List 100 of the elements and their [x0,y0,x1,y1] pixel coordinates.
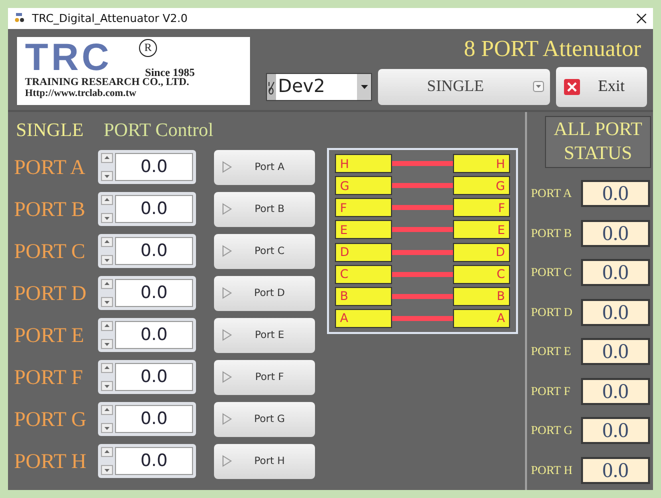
attenuation-value: 0.0 [115,321,193,349]
app-icon [14,12,26,24]
exit-button[interactable]: Exit [556,66,647,107]
port-button[interactable]: Port E [214,318,315,352]
close-icon[interactable] [636,12,647,24]
window-title: TRC_Digital_Attenuator V2.0 [32,12,189,25]
wire [392,316,453,321]
attenuation-spinbox[interactable]: 0.0 [98,444,196,478]
port-pin: D [453,242,510,262]
attenuation-value: 0.0 [115,363,193,391]
status-label: PORT G [531,423,574,438]
attenuation-value: 0.0 [115,237,193,265]
registered-mark: R [139,38,157,57]
status-label: PORT E [531,344,572,360]
attenuation-spinbox[interactable]: 0.0 [98,276,196,310]
wire [392,272,453,277]
status-label: PORT C [531,265,573,280]
decrement-icon[interactable] [101,297,113,307]
decrement-icon[interactable] [101,213,113,223]
port-pin: F [453,198,510,218]
port-button[interactable]: Port D [214,276,315,310]
port-pin: E [335,220,392,240]
port-label: PORT G [14,406,88,432]
port-button[interactable]: Port G [214,402,315,436]
attenuation-spinbox[interactable]: 0.0 [98,402,196,436]
status-value: 0.0 [581,456,650,484]
increment-icon[interactable] [101,447,113,457]
status-label: PORT H [531,462,574,478]
port-button[interactable]: Port C [214,234,315,268]
port-pin: H [453,154,510,173]
decrement-icon[interactable] [101,423,113,433]
port-label: PORT F [14,364,84,390]
device-value: Dev2 [277,74,326,99]
port-pin: H [335,154,392,173]
status-value: 0.0 [581,220,650,247]
port-label: PORT C [14,238,86,264]
decrement-icon[interactable] [101,339,113,349]
attenuation-value: 0.0 [115,195,193,223]
port-button[interactable]: Port B [214,192,315,226]
status-value: 0.0 [581,378,650,405]
attenuation-value: 0.0 [115,153,193,181]
increment-icon[interactable] [101,363,113,373]
status-label: PORT F [531,384,572,399]
port-label: PORT H [14,448,88,474]
attenuation-value: 0.0 [115,447,193,475]
port-pin: G [453,176,510,196]
increment-icon[interactable] [101,321,113,331]
port-label: PORT D [14,280,88,306]
status-value: 0.0 [581,417,650,444]
play-icon [222,287,232,299]
decrement-icon[interactable] [101,381,113,391]
port-pin: B [335,286,392,306]
play-icon [222,203,232,215]
increment-icon[interactable] [101,279,113,289]
play-icon [222,161,232,173]
decrement-icon[interactable] [101,171,113,181]
port-pin: A [335,308,392,328]
port-button[interactable]: Port H [214,444,315,478]
wire [392,205,453,210]
port-label: PORT B [14,196,86,222]
attenuation-spinbox[interactable]: 0.0 [98,360,196,394]
play-icon [222,329,232,341]
control-mode-label: SINGLE [16,120,84,142]
wire [392,183,453,188]
attenuation-spinbox[interactable]: 0.0 [98,234,196,268]
attenuation-spinbox[interactable]: 0.0 [98,318,196,352]
play-icon [222,455,232,467]
increment-icon[interactable] [101,195,113,205]
increment-icon[interactable] [101,153,113,163]
status-value: 0.0 [581,338,650,366]
mode-select[interactable]: SINGLE [378,68,550,105]
port-pin: D [335,242,392,262]
port-pin: A [453,308,510,328]
port-pin: F [335,198,392,218]
wire [392,250,453,255]
wire [392,294,453,299]
increment-icon[interactable] [101,405,113,415]
port-pin: C [453,264,510,284]
mode-value: SINGLE [426,78,485,96]
port-pin: C [335,264,392,284]
port-button[interactable]: Port A [214,150,315,184]
port-label: PORT E [14,322,86,348]
since-text: Since 1985 [145,66,195,79]
play-icon [222,245,232,257]
status-label: PORT B [531,226,573,241]
attenuation-spinbox[interactable]: 0.0 [98,192,196,226]
play-icon [222,371,232,383]
logo-mark: TRC [25,40,112,75]
dropdown-icon [533,81,544,92]
dropdown-icon [360,84,368,89]
port-button[interactable]: Port F [214,360,315,394]
decrement-icon[interactable] [101,255,113,265]
attenuation-spinbox[interactable]: 0.0 [98,150,196,184]
wire [392,227,453,232]
device-select[interactable]: Dev2 [266,72,372,101]
company-name: TRAINING RESEARCH CO., LTD. [25,76,190,88]
port-label: PORT A [14,154,86,180]
status-value: 0.0 [581,259,650,286]
decrement-icon[interactable] [101,465,113,475]
increment-icon[interactable] [101,237,113,247]
